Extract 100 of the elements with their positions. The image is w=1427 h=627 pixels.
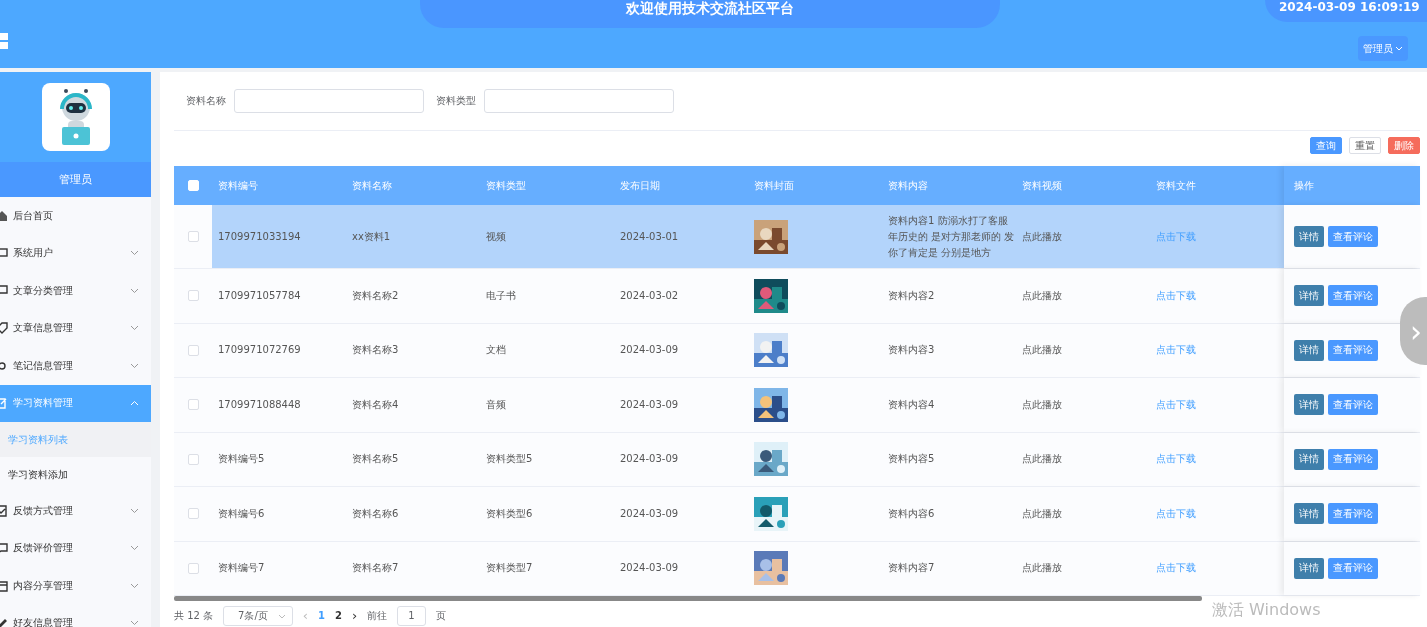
goto-page-field[interactable]: 1	[397, 606, 426, 626]
detail-button[interactable]: 详情	[1294, 394, 1324, 416]
sidebar-item[interactable]: 文章分类管理	[0, 272, 151, 310]
comments-button[interactable]: 查看评论	[1328, 285, 1378, 307]
table-cell-text: 资料编号7	[218, 561, 265, 576]
sidebar-item[interactable]: 反馈评价管理	[0, 529, 151, 567]
delete-button[interactable]: 删除	[1388, 137, 1420, 154]
sidebar-item[interactable]: 好友信息管理	[0, 604, 151, 627]
row-checkbox[interactable]	[187, 290, 199, 302]
sidebar-item[interactable]: 反馈方式管理	[0, 492, 151, 530]
table-cell-text: 资料类型7	[486, 561, 533, 576]
table-cell-text: 1709971088448	[218, 397, 301, 412]
robot-avatar-icon	[41, 83, 110, 151]
download-link[interactable]: 点击下载	[1156, 342, 1196, 359]
play-link[interactable]: 点此播放	[1022, 505, 1062, 522]
comments-button[interactable]: 查看评论	[1328, 394, 1378, 416]
reset-button[interactable]: 重置	[1349, 137, 1381, 154]
role-label: 管理员	[0, 162, 151, 197]
column-header: 资料封面	[753, 178, 795, 193]
row-checkbox[interactable]	[187, 453, 199, 465]
menu-item-icon	[0, 397, 8, 410]
table-cell-text: 资料类型5	[486, 452, 533, 467]
column-header: 资料视频	[1021, 178, 1063, 193]
column-header: 资料类型	[485, 178, 527, 193]
goto-label: 前往	[367, 609, 388, 623]
chevron-icon	[130, 620, 139, 627]
detail-button[interactable]: 详情	[1294, 226, 1324, 247]
chevron-icon	[130, 362, 139, 369]
detail-button[interactable]: 详情	[1294, 503, 1324, 525]
table-row[interactable]: 1709971088448 资料名称4 音频 2024-03-09 资料内容4 点此播放 点击下载 详情 查看评论	[174, 378, 1420, 433]
row-checkbox[interactable]	[187, 562, 199, 574]
field-label: 资料类型	[436, 94, 476, 108]
sidebar-item[interactable]: 系统用户	[0, 234, 151, 272]
detail-button[interactable]: 详情	[1294, 339, 1324, 361]
table-cell-text: 资料内容2	[888, 288, 935, 303]
detail-button[interactable]: 详情	[1294, 285, 1324, 307]
table-row[interactable]: 1709971057784 资料名称2 电子书 2024-03-02 资料内容2 点此播放 点击下载 详情 查看评论	[174, 269, 1420, 324]
play-link[interactable]: 点此播放	[1022, 342, 1062, 359]
detail-button[interactable]: 详情	[1294, 557, 1324, 579]
detail-button[interactable]: 详情	[1294, 448, 1324, 470]
next-page-button[interactable]: ›	[351, 609, 358, 623]
table-cell-text: 资料类型6	[486, 506, 533, 521]
table-cell-text: 资料编号5	[218, 452, 265, 467]
user-menu[interactable]: 管理员	[1358, 36, 1408, 61]
play-link[interactable]: 点此播放	[1022, 560, 1062, 577]
sidebar-item[interactable]: 文章信息管理	[0, 309, 151, 347]
download-link[interactable]: 点击下载	[1156, 451, 1196, 468]
download-link[interactable]: 点击下载	[1156, 505, 1196, 522]
page-number[interactable]: 1	[318, 609, 325, 623]
table-cell-text: 资料名称2	[352, 288, 399, 303]
table-cell-text: 资料内容7	[888, 561, 935, 576]
page-size-select[interactable]: 7条/页	[223, 606, 293, 626]
play-link[interactable]: 点此播放	[1022, 287, 1062, 304]
scrollbar[interactable]	[174, 596, 1202, 601]
table-row[interactable]: 资料编号7 资料名称7 资料类型7 2024-03-09 资料内容7 点此播放 点击下载 详情 查看评论	[174, 541, 1420, 596]
comments-button[interactable]: 查看评论	[1328, 226, 1378, 247]
comments-button[interactable]: 查看评论	[1328, 448, 1378, 470]
table-cell-text: 资料名称6	[352, 506, 399, 521]
row-checkbox[interactable]	[187, 344, 199, 356]
menu-icon[interactable]	[0, 33, 10, 49]
table-cell-text: 1709971072769	[218, 343, 301, 358]
table-cell-text: 资料内容6	[888, 506, 935, 521]
row-checkbox[interactable]	[187, 508, 199, 520]
row-checkbox[interactable]	[187, 399, 199, 411]
play-link[interactable]: 点此播放	[1022, 451, 1062, 468]
table-cell-text: 资料名称5	[352, 452, 399, 467]
chevron-icon	[130, 545, 139, 552]
table-row[interactable]: 资料编号6 资料名称6 资料类型6 2024-03-09 资料内容6 点此播放 点击下载 详情 查看评论	[174, 487, 1420, 542]
download-link[interactable]: 点击下载	[1156, 396, 1196, 413]
page-number[interactable]: 2	[335, 609, 342, 623]
sidebar-item[interactable]: 后台首页	[0, 197, 151, 235]
play-link[interactable]: 点此播放	[1022, 228, 1062, 245]
menu-item-icon	[0, 284, 8, 297]
row-checkbox[interactable]	[187, 231, 199, 242]
table-cell-text: 2024-03-09	[620, 506, 679, 521]
sidebar-item[interactable]: 内容分享管理	[0, 567, 151, 605]
comments-button[interactable]: 查看评论	[1328, 503, 1378, 525]
table-cell-text: 2024-03-09	[620, 452, 679, 467]
search-button[interactable]: 查询	[1310, 137, 1342, 154]
table-cell-text: 2024-03-02	[620, 288, 679, 303]
sidebar-item[interactable]: 笔记信息管理	[0, 347, 151, 385]
table-cell-text: 资料名称3	[352, 343, 399, 358]
table-row[interactable]: 资料编号5 资料名称5 资料类型5 2024-03-09 资料内容5 点此播放 点击下载 详情 查看评论	[174, 432, 1420, 487]
menu-item-icon	[0, 542, 8, 555]
select-all-checkbox[interactable]	[187, 180, 199, 191]
table-cell-text: 资料名称4	[352, 397, 399, 412]
download-link[interactable]: 点击下载	[1156, 560, 1196, 577]
comments-button[interactable]: 查看评论	[1328, 339, 1378, 361]
search-field[interactable]	[234, 89, 424, 113]
table-row[interactable]: 1709971033194 xx资料1 视频 2024-03-01 资料内容1 防溺水打了客服年历史的 是对方那老师的 发你了肯定是 分别是地方 点此播放 点击下载 详情 查看评论	[174, 205, 1420, 269]
comments-button[interactable]: 查看评论	[1328, 557, 1378, 579]
menu-item-icon	[0, 322, 8, 335]
column-header: 资料名称	[351, 178, 393, 193]
datetime: 2024-03-09 16:09:19	[1265, 0, 1427, 22]
search-field[interactable]	[484, 89, 674, 113]
play-link[interactable]: 点此播放	[1022, 396, 1062, 413]
sidebar-subitem[interactable]: 学习资料添加	[0, 457, 151, 492]
download-link[interactable]: 点击下载	[1156, 287, 1196, 304]
table-cell-text: 资料内容1 防溺水打了客服年历史的 是对方那老师的 发你了肯定是 分别是地方	[888, 213, 1016, 260]
table-cell-text: 2024-03-09	[620, 561, 679, 576]
